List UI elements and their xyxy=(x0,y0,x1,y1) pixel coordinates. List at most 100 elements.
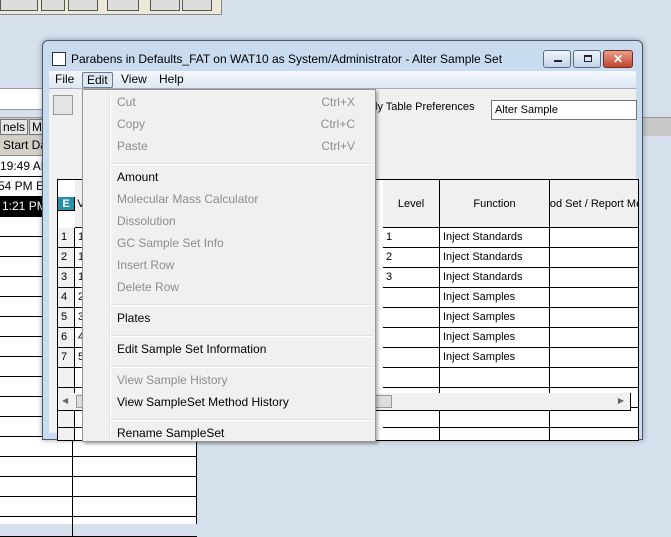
table-cell[interactable]: Inject Samples xyxy=(440,308,550,328)
column-header-level[interactable]: Level xyxy=(383,180,440,228)
table-cell[interactable] xyxy=(383,428,440,440)
menu-separator xyxy=(111,419,373,421)
menu-item-label: Dissolution xyxy=(117,214,176,228)
menu-item-copy[interactable]: Copy Ctrl+C xyxy=(85,114,373,135)
table-cell[interactable] xyxy=(440,368,550,388)
menu-item-label: Plates xyxy=(117,311,151,325)
menu-bar: File Edit View Help xyxy=(49,71,636,89)
table-cell[interactable] xyxy=(550,408,638,428)
menu-item-view-sample-history[interactable]: View Sample History xyxy=(85,370,373,391)
table-cell[interactable]: 1 xyxy=(383,228,440,248)
menu-item-paste[interactable]: Paste Ctrl+V xyxy=(85,136,373,157)
menu-help[interactable]: Help xyxy=(155,72,188,88)
column-header-function[interactable]: Function xyxy=(440,180,550,228)
sequence-icon[interactable] xyxy=(53,95,73,115)
table-cell[interactable] xyxy=(440,428,550,440)
table-cell[interactable]: Inject Standards xyxy=(440,268,550,288)
row-header[interactable]: 2 xyxy=(58,248,75,268)
row-header[interactable]: 4 xyxy=(58,288,75,308)
background-row xyxy=(0,477,197,497)
column-header-method[interactable]: Method Set / Report Method xyxy=(550,180,638,228)
toolbar-button[interactable] xyxy=(0,0,38,11)
column-header-row[interactable]: E xyxy=(58,197,75,211)
menu-separator xyxy=(111,366,373,368)
mode-field[interactable]: Alter Sample xyxy=(491,100,637,120)
row-header[interactable] xyxy=(58,428,75,440)
background-toolbar xyxy=(0,0,222,15)
menu-item-molecular-mass-calculator[interactable]: Molecular Mass Calculator xyxy=(85,189,373,210)
table-preferences-label[interactable]: ly Table Preferences xyxy=(375,101,474,113)
tab-channels[interactable]: nels xyxy=(0,119,28,135)
menu-item-rename-sampleset[interactable]: Rename SampleSet xyxy=(85,423,373,444)
toolbar-button[interactable] xyxy=(150,0,180,11)
maximize-button[interactable] xyxy=(573,50,601,68)
table-cell[interactable]: 2 xyxy=(383,248,440,268)
edit-menu-dropdown: Cut Ctrl+X Copy Ctrl+C Paste Ctrl+V Amount Mole… xyxy=(82,89,376,442)
menu-item-label: Cut xyxy=(117,95,136,109)
menu-item-dissolution[interactable]: Dissolution xyxy=(85,211,373,232)
scroll-left-icon[interactable]: ◀ xyxy=(62,396,68,405)
table-cell[interactable] xyxy=(383,328,440,348)
menu-file[interactable]: File xyxy=(51,72,78,88)
menu-item-label: Paste xyxy=(117,139,148,153)
table-cell[interactable] xyxy=(550,328,638,348)
table-cell[interactable]: Inject Samples xyxy=(440,348,550,368)
row-header[interactable]: 6 xyxy=(58,328,75,348)
menu-item-plates[interactable]: Plates xyxy=(85,308,373,329)
table-cell[interactable] xyxy=(550,288,638,308)
table-cell[interactable] xyxy=(383,348,440,368)
row-header[interactable] xyxy=(58,368,75,388)
table-cell[interactable] xyxy=(550,228,638,248)
menu-item-label: Amount xyxy=(117,170,159,184)
table-cell[interactable] xyxy=(383,308,440,328)
scroll-right-icon[interactable]: ▶ xyxy=(618,396,624,405)
menu-edit[interactable]: Edit xyxy=(82,72,113,88)
background-row xyxy=(0,457,197,477)
menu-item-delete-row[interactable]: Delete Row xyxy=(85,277,373,298)
menu-item-shortcut: Ctrl+X xyxy=(321,95,355,109)
menu-separator xyxy=(111,163,373,165)
table-cell[interactable]: 3 xyxy=(383,268,440,288)
table-cell[interactable] xyxy=(550,348,638,368)
table-cell[interactable] xyxy=(550,428,638,440)
minimize-button[interactable] xyxy=(543,50,571,68)
close-button[interactable]: ✕ xyxy=(603,50,633,68)
table-cell[interactable] xyxy=(383,288,440,308)
row-header[interactable]: 7 xyxy=(58,348,75,368)
table-cell[interactable]: Inject Standards xyxy=(440,248,550,268)
row-header[interactable]: 3 xyxy=(58,268,75,288)
tab-m[interactable]: M xyxy=(29,119,43,135)
menu-view[interactable]: View xyxy=(117,72,151,88)
table-cell[interactable] xyxy=(550,248,638,268)
table-cell[interactable]: Inject Standards xyxy=(440,228,550,248)
menu-item-label: Insert Row xyxy=(117,258,175,272)
menu-item-cut[interactable]: Cut Ctrl+X xyxy=(85,92,373,113)
toolbar-button[interactable] xyxy=(107,0,139,11)
table-cell[interactable] xyxy=(440,408,550,428)
menu-item-label: Edit Sample Set Information xyxy=(117,342,267,356)
toolbar-button[interactable] xyxy=(41,0,65,11)
toolbar-button[interactable] xyxy=(182,0,212,11)
menu-item-amount[interactable]: Amount xyxy=(85,167,373,188)
table-cell[interactable]: Inject Samples xyxy=(440,328,550,348)
menu-item-label: Copy xyxy=(117,117,146,131)
menu-item-view-sampleset-method-history[interactable]: View SampleSet Method History xyxy=(85,392,373,413)
menu-item-gc-sample-set-info[interactable]: GC Sample Set Info xyxy=(85,233,373,254)
row-header[interactable]: 1 xyxy=(58,228,75,248)
table-cell[interactable] xyxy=(383,368,440,388)
row-header[interactable] xyxy=(58,408,75,428)
table-cell[interactable] xyxy=(550,268,638,288)
background-row xyxy=(0,517,197,537)
table-cell[interactable] xyxy=(383,408,440,428)
menu-separator xyxy=(111,304,373,306)
menu-item-label: View SampleSet Method History xyxy=(117,395,289,409)
table-cell[interactable] xyxy=(550,308,638,328)
menu-separator xyxy=(111,335,373,337)
table-cell[interactable] xyxy=(550,368,638,388)
menu-item-insert-row[interactable]: Insert Row xyxy=(85,255,373,276)
row-header[interactable]: 5 xyxy=(58,308,75,328)
menu-item-shortcut: Ctrl+C xyxy=(320,117,355,131)
menu-item-edit-sample-set-information[interactable]: Edit Sample Set Information xyxy=(85,339,373,360)
toolbar-button[interactable] xyxy=(68,0,98,11)
table-cell[interactable]: Inject Samples xyxy=(440,288,550,308)
